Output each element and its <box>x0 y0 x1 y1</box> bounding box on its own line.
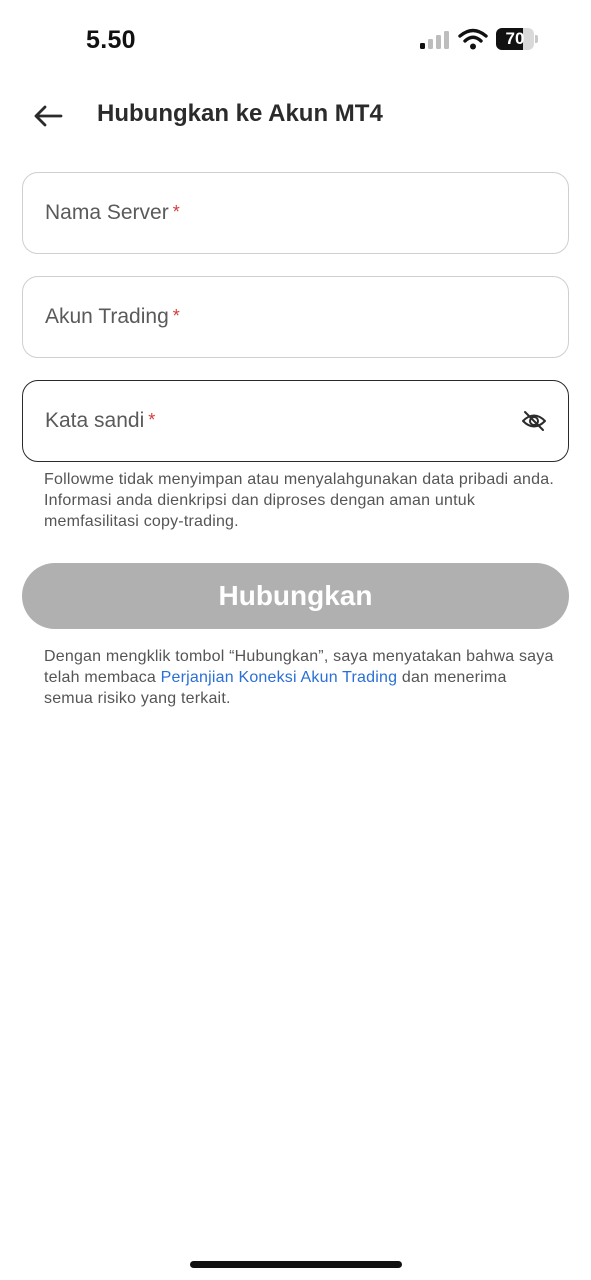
battery-level: 70 <box>505 29 525 48</box>
back-button[interactable] <box>28 96 68 136</box>
status-bar: 5.50 70 <box>0 0 591 80</box>
cellular-signal-icon <box>420 31 449 49</box>
status-time: 5.50 <box>86 26 136 54</box>
server-name-field[interactable]: Nama Server * <box>22 172 569 254</box>
wifi-icon <box>458 28 488 50</box>
header: Hubungkan ke Akun MT4 <box>0 88 591 144</box>
toggle-password-visibility-button[interactable] <box>520 407 548 435</box>
trading-account-label-text: Akun Trading <box>45 305 169 328</box>
arrow-left-icon <box>34 105 63 127</box>
required-mark: * <box>172 202 180 222</box>
required-mark: * <box>148 410 156 430</box>
eye-off-icon <box>522 411 546 431</box>
required-mark: * <box>172 306 180 326</box>
server-name-label-text: Nama Server <box>45 201 169 224</box>
password-label: Kata sandi * <box>45 409 155 433</box>
connect-mt4-screen: 5.50 70 Hubungkan ke Akun MT4 Nama Serve… <box>0 0 591 1280</box>
page-title: Hubungkan ke Akun MT4 <box>97 100 383 127</box>
trading-account-field[interactable]: Akun Trading * <box>22 276 569 358</box>
privacy-note: Followme tidak menyimpan atau menyalahgu… <box>44 471 554 530</box>
connect-button[interactable]: Hubungkan <box>22 563 569 629</box>
trading-account-label: Akun Trading * <box>45 305 180 329</box>
consent-text: Dengan mengklik tombol “Hubungkan”, saya… <box>44 646 554 709</box>
server-name-label: Nama Server * <box>45 201 180 225</box>
agreement-link[interactable]: Perjanjian Koneksi Akun Trading <box>161 669 398 686</box>
password-field[interactable]: Kata sandi * <box>22 380 569 462</box>
home-indicator <box>190 1261 402 1268</box>
password-label-text: Kata sandi <box>45 409 145 432</box>
battery-icon: 70 <box>496 28 538 50</box>
